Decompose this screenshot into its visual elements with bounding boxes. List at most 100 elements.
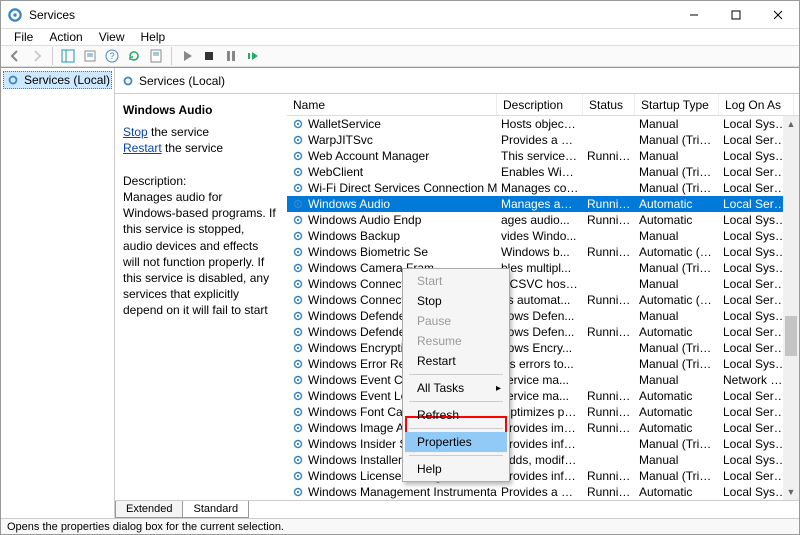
refresh-button[interactable] [124, 46, 144, 66]
service-row[interactable]: Windows Backupvides Windo...ManualLocal … [287, 228, 799, 244]
row-status: Running [583, 469, 635, 483]
row-name: Windows Management Instrumentation [308, 485, 497, 499]
row-status: Running [583, 421, 635, 435]
row-description: Manages audio... [497, 197, 583, 211]
start-service-button[interactable] [177, 46, 197, 66]
menu-separator [409, 455, 503, 456]
show-hide-tree-button[interactable] [58, 46, 78, 66]
ctx-help[interactable]: Help [405, 459, 507, 479]
service-row[interactable]: WalletServiceHosts objects u...ManualLoc… [287, 116, 799, 132]
help-button[interactable]: ? [102, 46, 122, 66]
row-startup: Automatic [635, 485, 719, 499]
row-status: Running [583, 389, 635, 403]
close-button[interactable] [757, 1, 799, 29]
service-row[interactable]: Windows Defender Addows Defen...ManualLo… [287, 308, 799, 324]
menu-file[interactable]: File [7, 29, 40, 45]
ctx-stop[interactable]: Stop [405, 291, 507, 311]
service-row[interactable]: Windows Biometric SeWindows b...RunningA… [287, 244, 799, 260]
stop-service-button[interactable] [199, 46, 219, 66]
service-icon [291, 485, 305, 499]
scroll-thumb[interactable] [785, 316, 797, 356]
description-label: Description: [123, 173, 277, 189]
services-app-icon [6, 6, 24, 24]
service-row[interactable]: Windows Audio Endpages audio...RunningAu… [287, 212, 799, 228]
service-row[interactable]: WebClientEnables Windo...Manual (Trigg..… [287, 164, 799, 180]
stop-service-line: Stop the service [123, 124, 277, 140]
menu-action[interactable]: Action [42, 29, 89, 45]
ctx-properties[interactable]: Properties [405, 432, 507, 452]
ctx-resume: Resume [405, 331, 507, 351]
menu-help[interactable]: Help [134, 29, 173, 45]
service-row[interactable]: Windows Connectiones automat...RunningAu… [287, 292, 799, 308]
scroll-down-arrow[interactable]: ▼ [783, 484, 799, 500]
nav-root-item[interactable]: Services (Local) [3, 71, 112, 89]
restart-service-button[interactable] [243, 46, 263, 66]
services-node-icon [6, 73, 20, 87]
tab-standard[interactable]: Standard [182, 501, 249, 518]
row-startup: Automatic [635, 405, 719, 419]
vertical-scrollbar[interactable]: ▲ ▼ [783, 116, 799, 500]
tab-extended[interactable]: Extended [115, 501, 183, 518]
service-row[interactable]: Windows Event Logservice ma...RunningAut… [287, 388, 799, 404]
back-button[interactable] [5, 46, 25, 66]
row-description: Windows b... [497, 245, 583, 259]
maximize-button[interactable] [715, 1, 757, 29]
menu-view[interactable]: View [92, 29, 132, 45]
ctx-restart[interactable]: Restart [405, 351, 507, 371]
service-row[interactable]: Web Account ManagerThis service is u...R… [287, 148, 799, 164]
export-list-button[interactable] [80, 46, 100, 66]
minimize-button[interactable] [673, 1, 715, 29]
service-row[interactable]: Windows Error Reportws errors to...Manua… [287, 356, 799, 372]
row-startup: Automatic [635, 389, 719, 403]
row-status: Running [583, 405, 635, 419]
service-icon [291, 149, 305, 163]
service-row[interactable]: Windows Font Cache ServiceOptimizes perf… [287, 404, 799, 420]
service-row[interactable]: Windows InstallerAdds, modifies, ...Manu… [287, 452, 799, 468]
service-row[interactable]: Windows Event Collecservice ma...ManualN… [287, 372, 799, 388]
service-icon [291, 133, 305, 147]
main-header: Services (Local) [115, 68, 799, 94]
service-row[interactable]: Windows AudioManages audio...RunningAuto… [287, 196, 799, 212]
toolbar: ? [1, 45, 799, 67]
row-name: Windows Installer [308, 453, 402, 467]
col-description[interactable]: Description [497, 94, 583, 115]
col-logon[interactable]: Log On As [719, 94, 794, 115]
service-icon [291, 357, 305, 371]
service-icon [291, 437, 305, 451]
row-startup: Automatic [635, 197, 719, 211]
properties-button[interactable] [146, 46, 166, 66]
service-row[interactable]: Windows Camera Frambles multipl...Manual… [287, 260, 799, 276]
row-startup: Manual (Trigg... [635, 133, 719, 147]
service-icon [291, 373, 305, 387]
view-tabs: Extended Standard [115, 500, 799, 518]
col-status[interactable]: Status [583, 94, 635, 115]
service-icon [291, 405, 305, 419]
service-row[interactable]: Windows Insider ServiceProvides infrast.… [287, 436, 799, 452]
col-startup[interactable]: Startup Type [635, 94, 719, 115]
service-icon [291, 165, 305, 179]
service-row[interactable]: Windows Encryption Pdows Encry...Manual … [287, 340, 799, 356]
col-name[interactable]: Name [287, 94, 497, 115]
services-window: Services File Action View Help ? Se [0, 0, 800, 535]
ctx-all-tasks[interactable]: All Tasks [405, 378, 507, 398]
row-name: Web Account Manager [308, 149, 429, 163]
service-row[interactable]: WarpJITSvcProvides a JIT o...Manual (Tri… [287, 132, 799, 148]
row-startup: Manual [635, 277, 719, 291]
row-name: Windows Audio [308, 197, 390, 211]
service-icon [291, 453, 305, 467]
row-name: WarpJITSvc [308, 133, 373, 147]
forward-button[interactable] [27, 46, 47, 66]
stop-service-link[interactable]: Stop [123, 125, 148, 139]
service-row[interactable]: Windows Connect NoNCSVC host...ManualLoc… [287, 276, 799, 292]
ctx-refresh[interactable]: Refresh [405, 405, 507, 425]
row-name: Windows Audio Endp [308, 213, 421, 227]
row-startup: Manual (Trigg... [635, 261, 719, 275]
service-row[interactable]: Windows Management InstrumentationProvid… [287, 484, 799, 500]
service-row[interactable]: Windows Defender Firdows Defen...Running… [287, 324, 799, 340]
restart-service-link[interactable]: Restart [123, 141, 162, 155]
service-row[interactable]: Wi-Fi Direct Services Connection Manager… [287, 180, 799, 196]
scroll-up-arrow[interactable]: ▲ [783, 116, 799, 132]
service-row[interactable]: Windows Image Acquisition (WIA)Provides … [287, 420, 799, 436]
service-row[interactable]: Windows License Manager ServiceProvides … [287, 468, 799, 484]
pause-service-button[interactable] [221, 46, 241, 66]
